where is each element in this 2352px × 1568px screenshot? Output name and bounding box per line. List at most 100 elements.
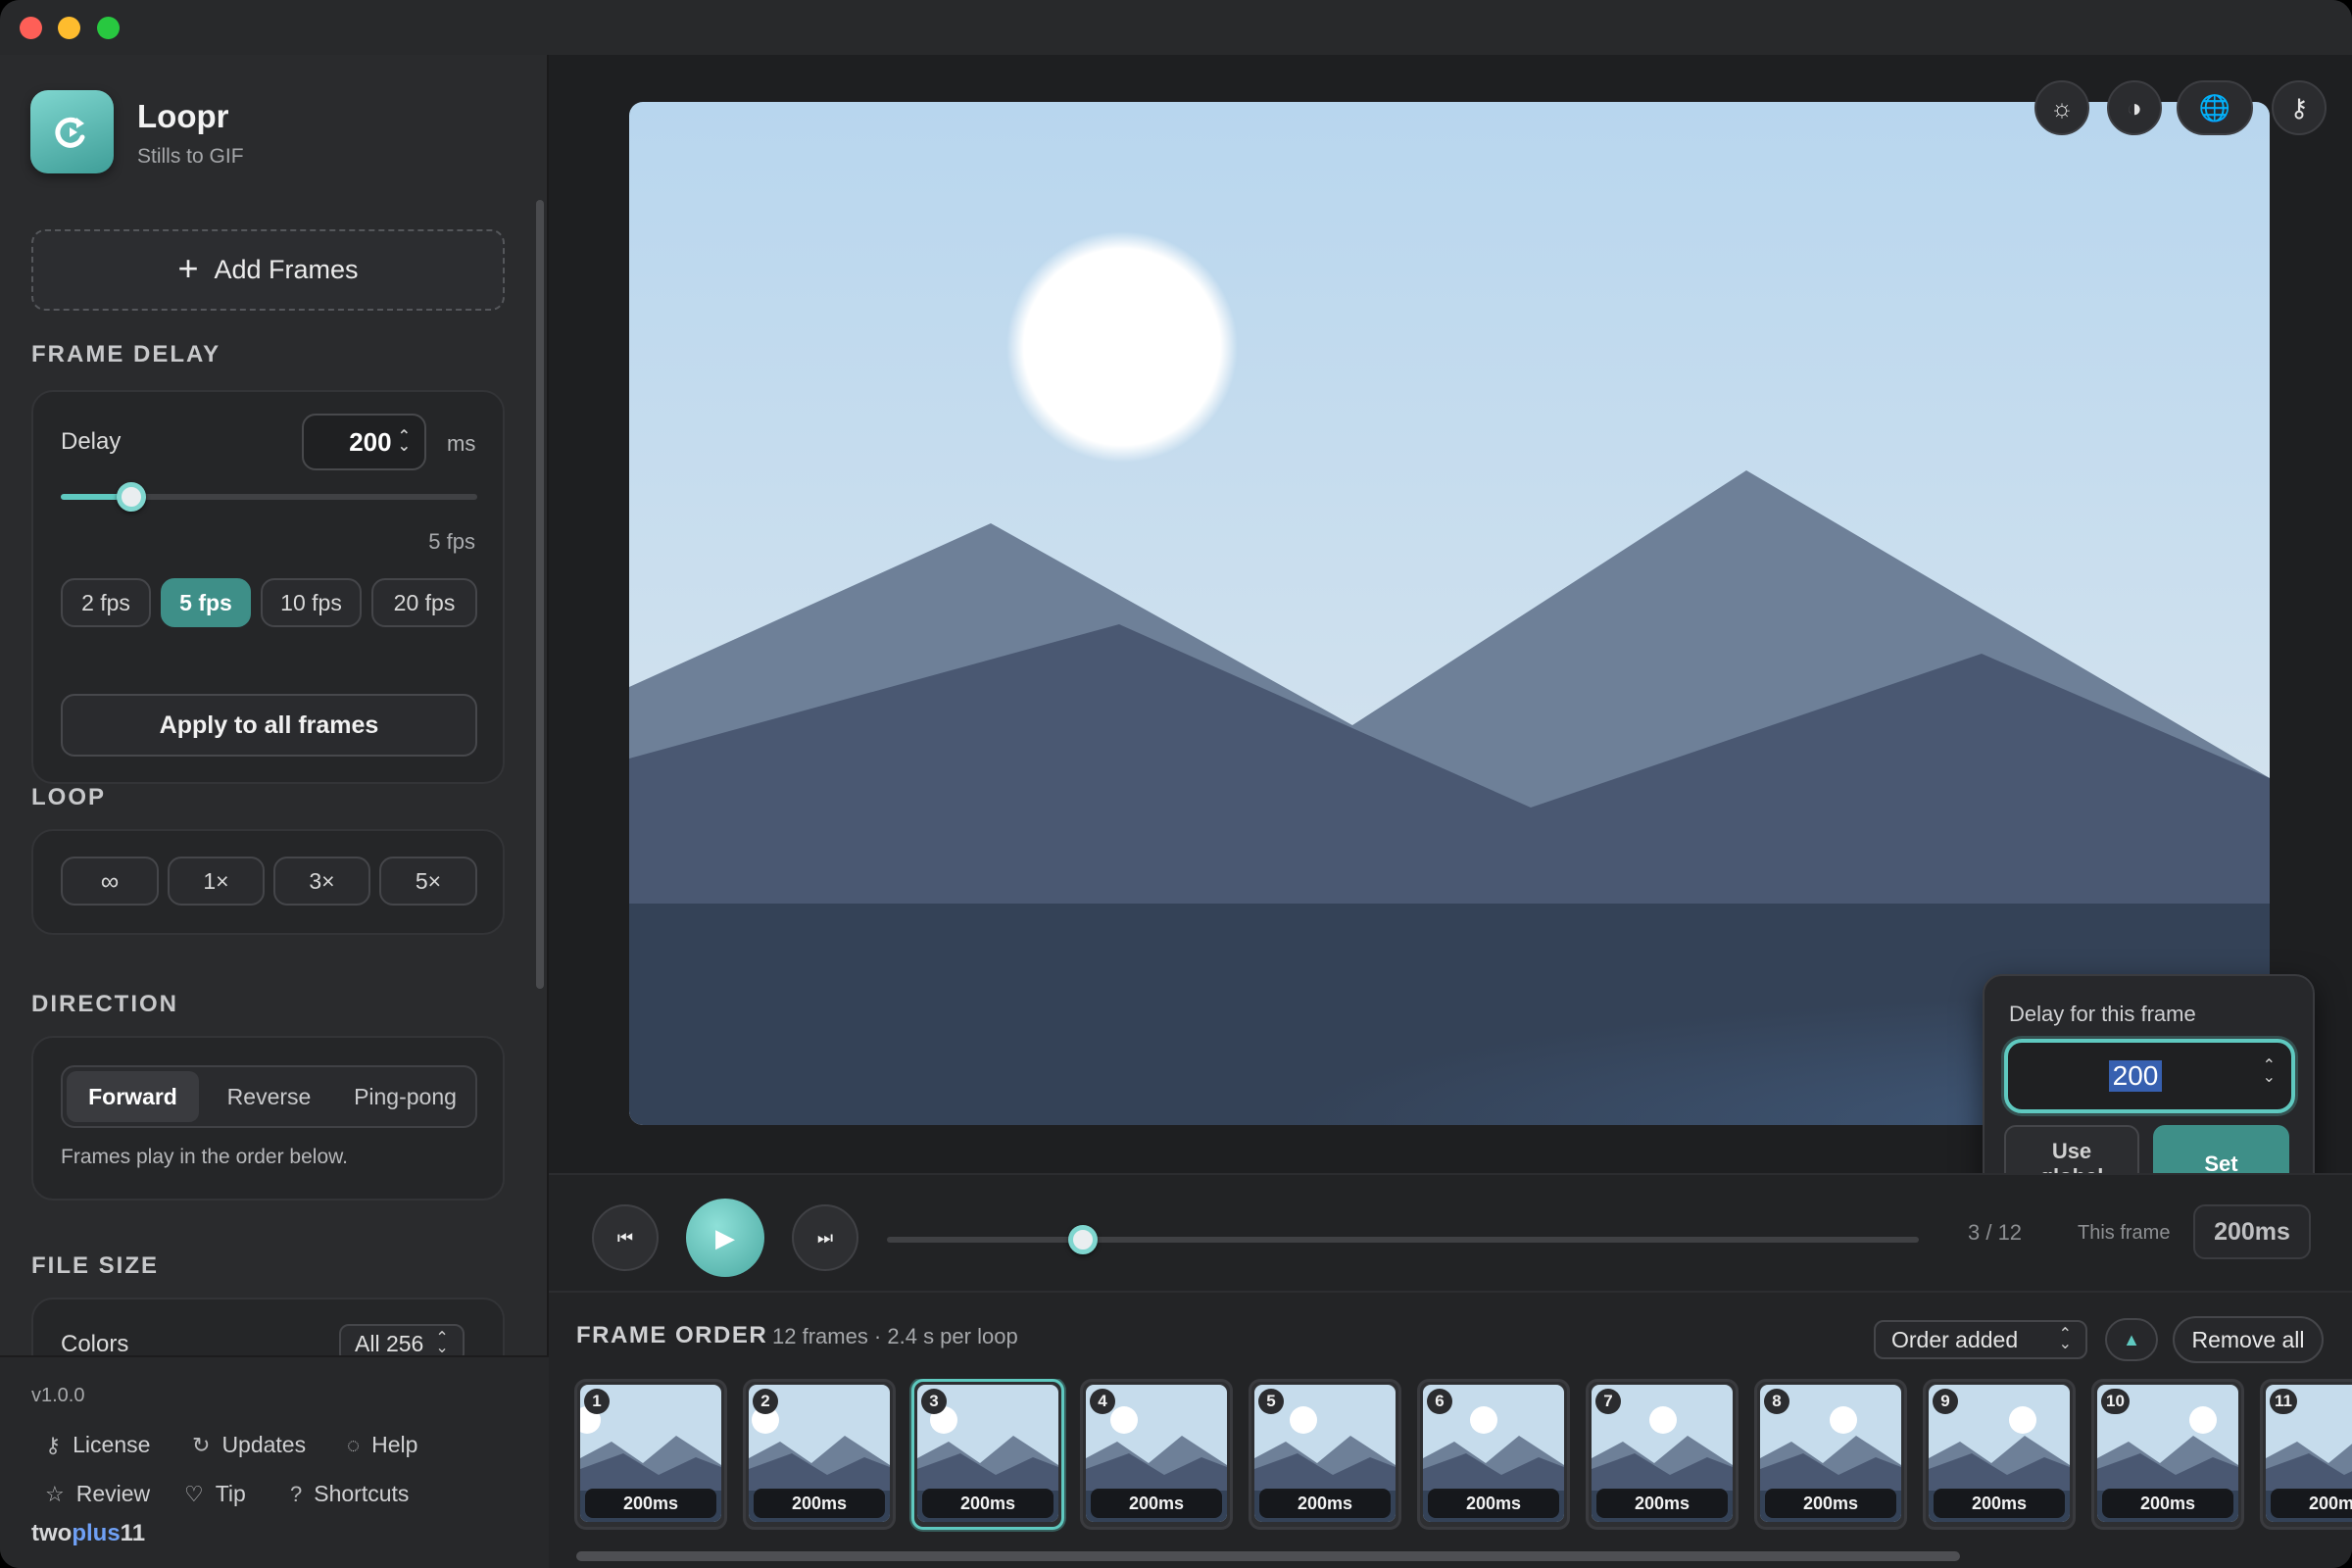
brightness-button[interactable]: ☼ [2034, 80, 2089, 135]
sort-direction-button[interactable]: ▲ [2105, 1318, 2158, 1361]
frame-thumbnail[interactable]: 2 200ms [743, 1379, 896, 1530]
frame-thumbnail[interactable]: 9 200ms [1923, 1379, 2076, 1530]
direction-segmented-control: Forward Reverse Ping-pong [61, 1065, 477, 1128]
frame-number-badge: 6 [1427, 1389, 1452, 1414]
loop-label: 3× [309, 867, 335, 894]
play-button[interactable]: ▶ [686, 1199, 764, 1277]
chat-bubble-icon: ◌ [347, 1432, 361, 1457]
frame-number-badge: 5 [1258, 1389, 1284, 1414]
delay-label: Delay [61, 428, 122, 455]
loop-5x-button[interactable]: 5× [379, 857, 477, 906]
frame-thumbnail[interactable]: 4 200ms [1080, 1379, 1233, 1530]
review-link[interactable]: ☆ Review [45, 1481, 150, 1507]
app-window: Loopr Stills to GIF + Add Frames FRAME D… [0, 0, 2352, 1568]
frame-thumbnail[interactable]: 10 200ms [2091, 1379, 2244, 1530]
preset-20fps-button[interactable]: 20 fps [371, 578, 477, 627]
frame-number-badge: 2 [753, 1389, 778, 1414]
preset-label: 20 fps [393, 589, 456, 615]
contrast-icon: ◑ [2127, 92, 2142, 122]
frame-number-badge: 4 [1090, 1389, 1115, 1414]
loop-3x-button[interactable]: 3× [273, 857, 370, 906]
colors-select[interactable]: All 256 ⌃ ⌄ [339, 1324, 465, 1355]
version-label: v1.0.0 [31, 1385, 85, 1406]
this-frame-delay-button[interactable]: 200ms [2193, 1204, 2311, 1259]
help-link[interactable]: ◌ Help [347, 1432, 417, 1458]
loop-infinite-button[interactable]: ∞ [61, 857, 159, 906]
frame-thumbnail[interactable]: 8 200ms [1754, 1379, 1907, 1530]
tip-link[interactable]: ♡ Tip [184, 1481, 246, 1507]
sort-order-select[interactable]: Order added ⌃ ⌄ [1874, 1320, 2087, 1359]
colors-value: All 256 [355, 1330, 424, 1356]
direction-hint: Frames play in the order below. [61, 1146, 348, 1168]
frame-thumbnail[interactable]: 5 200ms [1249, 1379, 1401, 1530]
frame-delay-heading: FRAME DELAY [31, 341, 221, 368]
frame-thumbnail[interactable]: 1 200ms [574, 1379, 727, 1530]
this-frame-label: This frame [2078, 1222, 2171, 1244]
preset-2fps-button[interactable]: 2 fps [61, 578, 151, 627]
fps-readout: 5 fps [428, 529, 475, 554]
license-link[interactable]: ⚷ License [45, 1432, 150, 1458]
stepper-icon[interactable]: ⌃ ⌄ [398, 429, 411, 455]
preset-10fps-button[interactable]: 10 fps [261, 578, 362, 627]
key-button[interactable]: ⚷ [2272, 80, 2327, 135]
frame-number-badge: 11 [2270, 1389, 2297, 1414]
frame-order-heading: FRAME ORDER [576, 1322, 768, 1348]
globe-icon: 🌐 [2198, 92, 2231, 122]
frame-delay-input[interactable]: 200 ⌃ ⌄ [2004, 1039, 2295, 1113]
remove-all-button[interactable]: Remove all [2173, 1316, 2324, 1363]
frame-delay-badge: 200ms [1934, 1489, 2065, 1518]
title-bar [0, 0, 2352, 55]
frame-number-badge: 1 [584, 1389, 610, 1414]
add-frames-label: Add Frames [214, 255, 359, 284]
preset-5fps-button[interactable]: 5 fps [161, 578, 251, 627]
updates-link[interactable]: ↻ Updates [192, 1432, 306, 1458]
shortcuts-link[interactable]: ? Shortcuts [290, 1481, 409, 1507]
globe-button[interactable]: 🌐 [2177, 80, 2253, 135]
delay-slider-thumb[interactable] [117, 482, 147, 512]
apply-to-all-button[interactable]: Apply to all frames [61, 694, 477, 757]
direction-pingpong-option[interactable]: Ping-pong [339, 1071, 471, 1122]
frame-thumbnail[interactable]: 3 200ms [911, 1379, 1064, 1530]
frame-delay-badge: 200ms [585, 1489, 716, 1518]
contrast-button[interactable]: ◑ [2107, 80, 2162, 135]
frame-thumbnail[interactable]: 6 200ms [1417, 1379, 1570, 1530]
sidebar-scroll-area: Loopr Stills to GIF + Add Frames FRAME D… [0, 55, 549, 1355]
this-frame-value: 200ms [2214, 1217, 2290, 1246]
zoom-window-button[interactable] [97, 17, 120, 39]
frame-order-meta: 12 frames · 2.4 s per loop [772, 1324, 1018, 1348]
link-label: Updates [221, 1432, 307, 1457]
frame-thumbnail[interactable]: 11 200ms [2260, 1379, 2352, 1530]
sidebar-scrollbar[interactable] [536, 200, 544, 989]
thumbnails-scrollbar[interactable] [576, 1551, 1960, 1561]
app-subtitle: Stills to GIF [137, 145, 244, 168]
stepper-icon[interactable]: ⌃ ⌄ [2263, 1058, 2276, 1086]
preset-label: 2 fps [81, 589, 130, 615]
direction-label: Ping-pong [354, 1083, 457, 1109]
frame-delay-badge: 200ms [2271, 1489, 2352, 1518]
sun-shape [1006, 231, 1238, 463]
brand-suffix: 11 [120, 1520, 146, 1546]
frame-thumbnail[interactable]: 7 200ms [1586, 1379, 1739, 1530]
loop-1x-button[interactable]: 1× [168, 857, 265, 906]
frame-delay-badge: 200ms [2102, 1489, 2233, 1518]
direction-forward-option[interactable]: Forward [67, 1071, 199, 1122]
minimize-window-button[interactable] [58, 17, 80, 39]
add-frames-button[interactable]: + Add Frames [31, 229, 505, 311]
brand-prefix: two [31, 1520, 73, 1546]
developer-brand[interactable]: twoplus11 [31, 1520, 145, 1547]
next-frame-button[interactable]: ⏭ [792, 1204, 858, 1271]
refresh-icon: ↻ [192, 1432, 211, 1457]
scrubber-thumb[interactable] [1068, 1225, 1099, 1254]
frame-number-badge: 8 [1764, 1389, 1789, 1414]
triangle-up-icon: ▲ [2123, 1329, 2140, 1349]
previous-frame-button[interactable]: ⏮ [592, 1204, 659, 1271]
scrubber-track[interactable] [887, 1237, 1919, 1243]
chevron-updown-icon: ⌃ ⌄ [2058, 1326, 2072, 1352]
delay-input[interactable]: 200 ⌃ ⌄ [302, 414, 426, 470]
close-window-button[interactable] [20, 17, 42, 39]
direction-panel: Forward Reverse Ping-pong Frames play in… [31, 1036, 505, 1200]
frame-number-badge: 9 [1933, 1389, 1958, 1414]
preset-label: 5 fps [179, 589, 232, 615]
direction-reverse-option[interactable]: Reverse [203, 1071, 335, 1122]
app-logo-icon [30, 90, 114, 173]
